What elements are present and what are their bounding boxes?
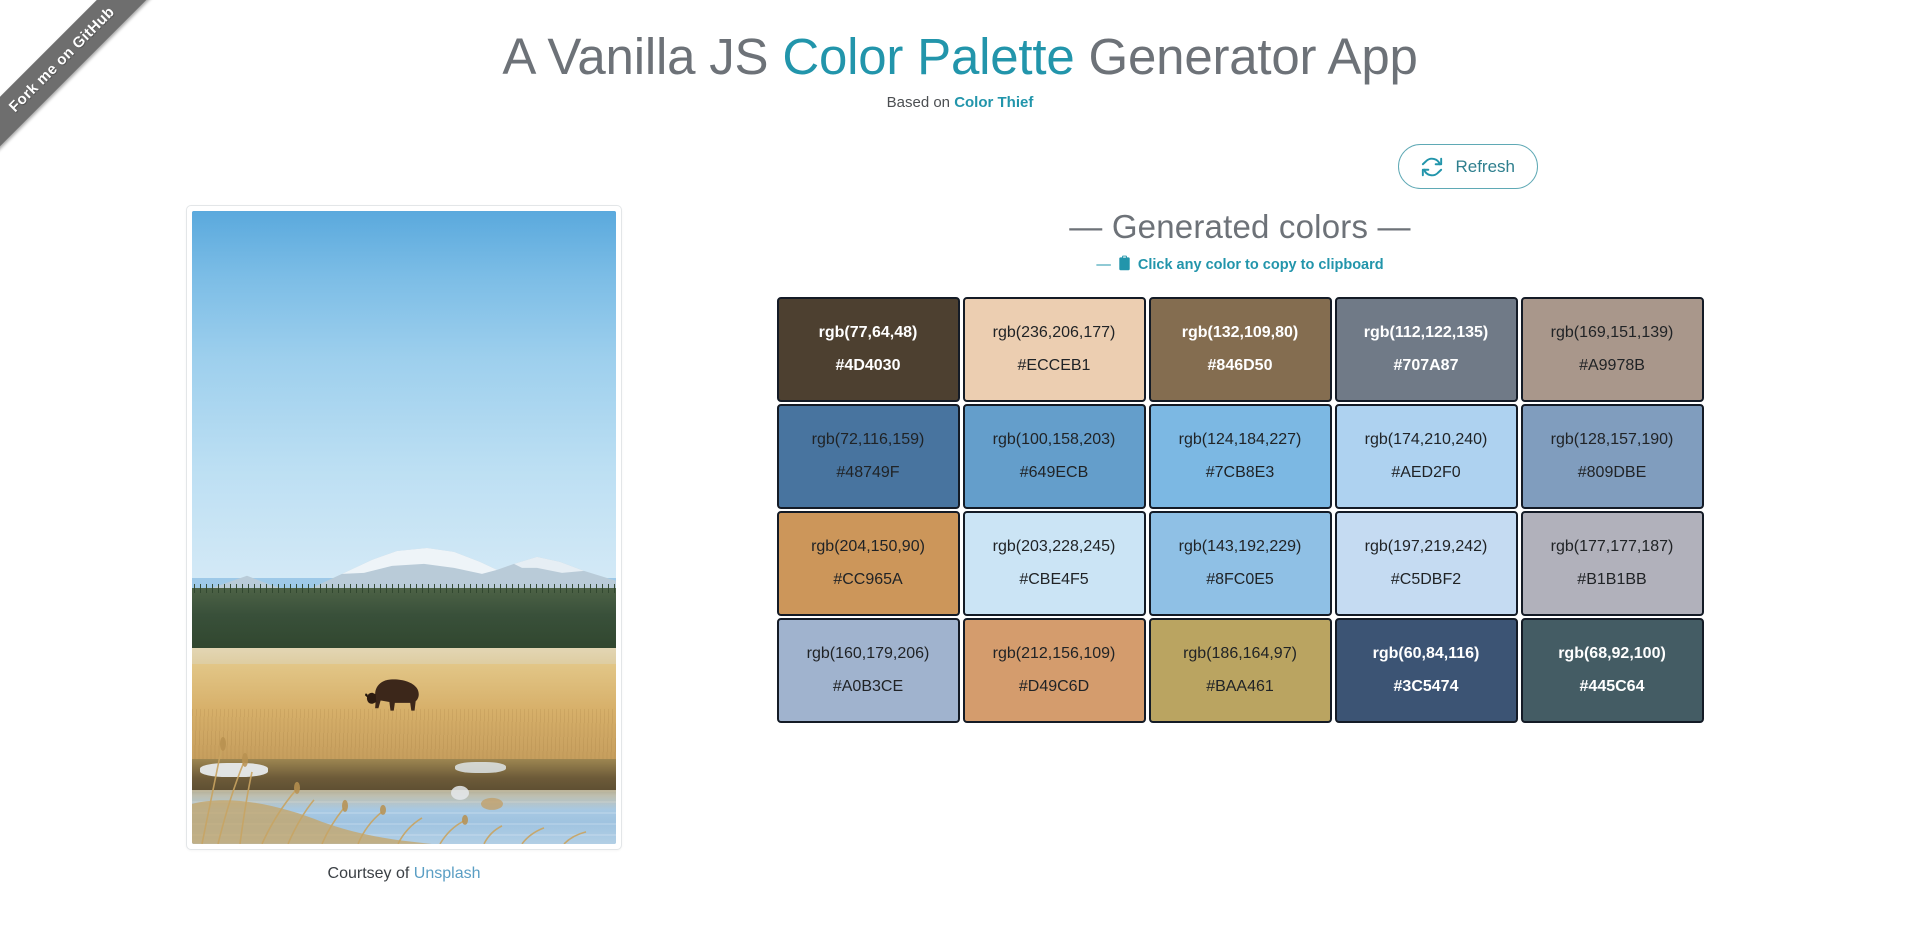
swatch-hex-label: #C5DBF2 <box>1390 570 1462 588</box>
swatch-rgb-label: rgb(174,210,240) <box>1364 431 1488 449</box>
page-title-accent: Color Palette <box>782 28 1075 85</box>
color-swatch[interactable]: rgb(160,179,206) #A0B3CE <box>776 618 960 723</box>
page-title-part2: Generator App <box>1074 28 1418 85</box>
color-swatch[interactable]: rgb(174,210,240) #AED2F0 <box>1334 404 1518 509</box>
main-content: Courtsey of Unsplash — Generated colors … <box>0 205 1920 883</box>
photo-caption: Courtsey of Unsplash <box>328 865 481 883</box>
copy-hint-dash: — <box>1096 257 1111 273</box>
swatch-rgb-label: rgb(204,150,90) <box>811 538 925 556</box>
color-thief-link[interactable]: Color Thief <box>954 94 1033 111</box>
color-swatch[interactable]: rgb(72,116,159) #48749F <box>776 404 960 509</box>
color-swatch[interactable]: rgb(124,184,227) #7CB8E3 <box>1148 404 1332 509</box>
swatch-rgb-label: rgb(160,179,206) <box>806 645 930 663</box>
swatch-rgb-label: rgb(124,184,227) <box>1178 431 1302 449</box>
color-swatch[interactable]: rgb(204,150,90) #CC965A <box>776 511 960 616</box>
swatch-rgb-label: rgb(197,219,242) <box>1364 538 1488 556</box>
swatch-rgb-label: rgb(112,122,135) <box>1363 324 1489 342</box>
page-title-part1: A Vanilla JS <box>502 28 783 85</box>
swatch-rgb-label: rgb(236,206,177) <box>992 324 1116 342</box>
swatch-rgb-label: rgb(186,164,97) <box>1183 645 1297 663</box>
app-root: Fork me on GitHub A Vanilla JS Color Pal… <box>0 0 1920 946</box>
swatch-hex-label: #A0B3CE <box>832 677 904 695</box>
toolbar: Refresh <box>0 144 1920 189</box>
refresh-button[interactable]: Refresh <box>1398 144 1538 189</box>
generated-colors-heading: — Generated colors — <box>1069 208 1411 245</box>
swatch-hex-label: #BAA461 <box>1206 677 1274 695</box>
swatch-rgb-label: rgb(132,109,80) <box>1181 324 1299 342</box>
swatch-hex-label: #3C5474 <box>1393 677 1459 695</box>
color-swatch[interactable]: rgb(143,192,229) #8FC0E5 <box>1148 511 1332 616</box>
swatch-hex-label: #A9978B <box>1579 356 1645 374</box>
subtitle-prefix: Based on <box>886 94 955 112</box>
swatch-hex-label: #649ECB <box>1019 463 1089 481</box>
swatch-hex-label: #CC965A <box>833 570 903 588</box>
palette-panel: — Generated colors — — Click any color t… <box>680 205 1800 723</box>
color-swatch[interactable]: rgb(132,109,80) #846D50 <box>1148 297 1332 402</box>
swatch-rgb-label: rgb(169,151,139) <box>1550 324 1674 342</box>
clipboard-icon <box>1118 255 1131 275</box>
swatch-hex-label: #846D50 <box>1207 356 1273 374</box>
swatch-rgb-label: rgb(212,156,109) <box>992 645 1116 663</box>
swatch-hex-label: #48749F <box>836 463 900 481</box>
color-swatch-grid: rgb(77,64,48) #4D4030 rgb(236,206,177) #ECC… <box>776 297 1704 723</box>
photo-frame <box>186 205 622 850</box>
color-swatch[interactable]: rgb(77,64,48) #4D4030 <box>776 297 960 402</box>
swatch-rgb-label: rgb(77,64,48) <box>818 324 918 342</box>
github-ribbon[interactable]: Fork me on GitHub <box>0 0 190 190</box>
swatch-rgb-label: rgb(203,228,245) <box>992 538 1116 556</box>
swatch-rgb-label: rgb(143,192,229) <box>1178 538 1302 556</box>
color-swatch[interactable]: rgb(212,156,109) #D49C6D <box>962 618 1146 723</box>
swatch-rgb-label: rgb(128,157,190) <box>1550 431 1674 449</box>
color-swatch[interactable]: rgb(169,151,139) #A9978B <box>1520 297 1704 402</box>
color-swatch[interactable]: rgb(203,228,245) #CBE4F5 <box>962 511 1146 616</box>
sky-layer <box>192 211 616 579</box>
swatch-hex-label: #AED2F0 <box>1391 463 1461 481</box>
swatch-hex-label: #445C64 <box>1579 677 1645 695</box>
color-swatch[interactable]: rgb(236,206,177) #ECCEB1 <box>962 297 1146 402</box>
swatch-hex-label: #809DBE <box>1577 463 1647 481</box>
color-swatch[interactable]: rgb(177,177,187) #B1B1BB <box>1520 511 1704 616</box>
refresh-icon <box>1421 156 1443 178</box>
swatch-hex-label: #ECCEB1 <box>1017 356 1091 374</box>
copy-hint[interactable]: — Click any color to copy to clipboard <box>1096 255 1384 275</box>
refresh-button-label: Refresh <box>1455 156 1515 176</box>
swatch-rgb-label: rgb(72,116,159) <box>811 431 925 449</box>
color-swatch[interactable]: rgb(112,122,135) #707A87 <box>1334 297 1518 402</box>
source-image[interactable] <box>192 211 616 844</box>
color-swatch[interactable]: rgb(100,158,203) #649ECB <box>962 404 1146 509</box>
color-swatch[interactable]: rgb(68,92,100) #445C64 <box>1520 618 1704 723</box>
swatch-rgb-label: rgb(60,84,116) <box>1372 645 1480 663</box>
color-swatch[interactable]: rgb(60,84,116) #3C5474 <box>1334 618 1518 723</box>
swatch-hex-label: #CBE4F5 <box>1019 570 1089 588</box>
swatch-hex-label: #D49C6D <box>1018 677 1090 695</box>
swatch-hex-label: #7CB8E3 <box>1205 463 1275 481</box>
color-swatch[interactable]: rgb(197,219,242) #C5DBF2 <box>1334 511 1518 616</box>
color-swatch[interactable]: rgb(128,157,190) #809DBE <box>1520 404 1704 509</box>
github-ribbon-link[interactable]: Fork me on GitHub <box>0 0 167 164</box>
forest-layer <box>192 583 616 648</box>
foreground-reeds <box>192 654 616 844</box>
swatch-rgb-label: rgb(177,177,187) <box>1550 538 1674 556</box>
swatch-rgb-label: rgb(100,158,203) <box>992 431 1116 449</box>
swatch-hex-label: #B1B1BB <box>1577 570 1647 588</box>
unsplash-link[interactable]: Unsplash <box>414 865 481 882</box>
color-swatch[interactable]: rgb(186,164,97) #BAA461 <box>1148 618 1332 723</box>
swatch-hex-label: #8FC0E5 <box>1206 570 1274 588</box>
swatch-hex-label: #4D4030 <box>835 356 901 374</box>
swatch-rgb-label: rgb(68,92,100) <box>1558 645 1666 663</box>
copy-hint-label: Click any color to copy to clipboard <box>1137 257 1384 273</box>
page-subtitle: Based on Color Thief <box>0 94 1920 111</box>
page-title: A Vanilla JS Color Palette Generator App <box>0 0 1920 88</box>
swatch-hex-label: #707A87 <box>1393 356 1459 374</box>
image-panel: Courtsey of Unsplash <box>120 205 680 883</box>
photo-caption-prefix: Courtsey of <box>327 865 414 882</box>
